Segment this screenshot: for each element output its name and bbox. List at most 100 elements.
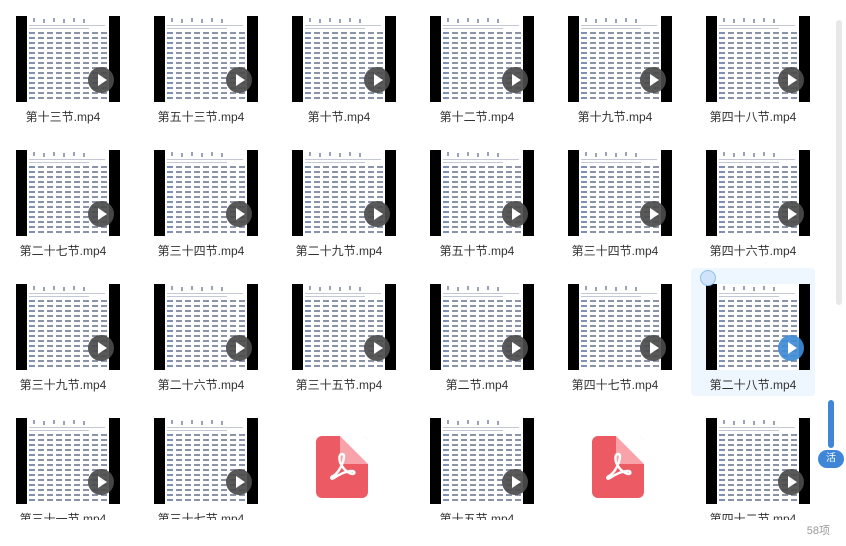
video-file-tile[interactable]: 第十九节.mp4 <box>553 0 677 128</box>
video-thumbnail <box>430 16 534 102</box>
play-icon[interactable] <box>778 201 804 227</box>
video-file-tile[interactable]: 第二节.mp4 <box>415 268 539 396</box>
play-icon[interactable] <box>88 335 114 361</box>
video-thumbnail <box>568 16 672 102</box>
file-name: 第二十七节.mp4 <box>19 244 107 258</box>
video-file-tile[interactable]: 第三十七节.mp4 <box>139 402 263 520</box>
video-thumbnail <box>16 16 120 102</box>
video-thumbnail <box>430 418 534 504</box>
file-name: 第二节.mp4 <box>445 378 509 392</box>
play-icon[interactable] <box>502 469 528 495</box>
video-thumbnail <box>706 150 810 236</box>
video-thumbnail <box>16 418 120 504</box>
video-file-tile[interactable]: 第四十六节.mp4 <box>691 134 815 262</box>
video-file-tile[interactable]: 第三十四节.mp4 <box>553 134 677 262</box>
video-thumbnail <box>430 284 534 370</box>
video-file-tile[interactable]: 第三十四节.mp4 <box>139 134 263 262</box>
file-name: 第十三节.mp4 <box>25 110 101 124</box>
play-icon[interactable] <box>364 201 390 227</box>
video-thumbnail <box>430 150 534 236</box>
video-file-tile[interactable]: 第三十一节.mp4 <box>1 402 125 520</box>
pdf-file-tile[interactable] <box>277 402 401 520</box>
file-name: 第十二节.mp4 <box>439 110 515 124</box>
file-name: 第三十一节.mp4 <box>19 512 107 520</box>
helper-icon <box>828 400 834 448</box>
video-file-tile[interactable]: 第十五节.mp4 <box>415 402 539 520</box>
play-icon[interactable] <box>364 67 390 93</box>
video-thumbnail <box>154 150 258 236</box>
helper-badge: 活 <box>818 450 844 468</box>
play-icon[interactable] <box>640 335 666 361</box>
play-icon[interactable] <box>226 335 252 361</box>
file-name: 第三十四节.mp4 <box>157 244 245 258</box>
video-file-tile[interactable]: 第二十八节.mp4 <box>691 268 815 396</box>
video-file-tile[interactable]: 第十二节.mp4 <box>415 0 539 128</box>
file-name: 第十五节.mp4 <box>439 512 515 520</box>
file-name: 第四十八节.mp4 <box>709 110 797 124</box>
file-name: 第五十节.mp4 <box>439 244 515 258</box>
play-icon[interactable] <box>502 335 528 361</box>
play-icon[interactable] <box>226 201 252 227</box>
pdf-icon <box>316 436 368 498</box>
play-icon[interactable] <box>226 67 252 93</box>
video-file-tile[interactable]: 第二十六节.mp4 <box>139 268 263 396</box>
video-thumbnail <box>706 284 810 370</box>
video-file-tile[interactable]: 第十三节.mp4 <box>1 0 125 128</box>
video-file-tile[interactable]: 第五十三节.mp4 <box>139 0 263 128</box>
file-name: 第三十九节.mp4 <box>19 378 107 392</box>
file-name: 第二十六节.mp4 <box>157 378 245 392</box>
video-thumbnail <box>292 150 396 236</box>
play-icon[interactable] <box>502 201 528 227</box>
file-name: 第十九节.mp4 <box>577 110 653 124</box>
play-icon[interactable] <box>502 67 528 93</box>
file-name: 第四十七节.mp4 <box>571 378 659 392</box>
video-thumbnail <box>292 16 396 102</box>
play-icon[interactable] <box>88 67 114 93</box>
video-file-tile[interactable]: 第二十九节.mp4 <box>277 134 401 262</box>
video-thumbnail <box>292 284 396 370</box>
video-thumbnail <box>568 284 672 370</box>
play-icon[interactable] <box>778 67 804 93</box>
video-file-tile[interactable]: 第三十五节.mp4 <box>277 268 401 396</box>
file-grid: 第十三节.mp4 第五十三节.mp4 第十节.mp4 第十二节.mp4 第十九节.mp4… <box>0 0 820 520</box>
play-icon[interactable] <box>778 469 804 495</box>
play-icon[interactable] <box>640 67 666 93</box>
video-file-tile[interactable]: 第二十七节.mp4 <box>1 134 125 262</box>
video-thumbnail <box>154 418 258 504</box>
pdf-thumbnail <box>583 418 653 504</box>
video-file-tile[interactable]: 第四十二节.mp4 <box>691 402 815 520</box>
file-name: 第十节.mp4 <box>307 110 371 124</box>
play-icon[interactable] <box>226 469 252 495</box>
check-circle-icon[interactable] <box>700 270 716 286</box>
side-helper-widget[interactable]: 活 <box>816 400 846 470</box>
video-thumbnail <box>706 16 810 102</box>
video-file-tile[interactable]: 第四十七节.mp4 <box>553 268 677 396</box>
play-icon[interactable] <box>88 201 114 227</box>
video-file-tile[interactable]: 第四十八节.mp4 <box>691 0 815 128</box>
video-file-tile[interactable]: 第三十九节.mp4 <box>1 268 125 396</box>
file-name: 第三十五节.mp4 <box>295 378 383 392</box>
file-name: 第四十二节.mp4 <box>709 512 797 520</box>
play-icon[interactable] <box>364 335 390 361</box>
video-file-tile[interactable]: 第十节.mp4 <box>277 0 401 128</box>
scrollbar-thumb[interactable] <box>836 20 842 305</box>
video-thumbnail <box>568 150 672 236</box>
file-name: 第五十三节.mp4 <box>157 110 245 124</box>
play-icon[interactable] <box>640 201 666 227</box>
pdf-file-tile[interactable] <box>553 402 677 520</box>
file-name: 第二十八节.mp4 <box>709 378 797 392</box>
video-thumbnail <box>16 284 120 370</box>
file-name: 第三十四节.mp4 <box>571 244 659 258</box>
file-name: 第三十七节.mp4 <box>157 512 245 520</box>
item-count: 58项 <box>806 525 830 537</box>
play-icon[interactable] <box>88 469 114 495</box>
pdf-icon <box>592 436 644 498</box>
play-icon[interactable] <box>778 335 804 361</box>
video-thumbnail <box>706 418 810 504</box>
video-file-tile[interactable]: 第五十节.mp4 <box>415 134 539 262</box>
video-thumbnail <box>154 16 258 102</box>
video-thumbnail <box>154 284 258 370</box>
file-name: 第四十六节.mp4 <box>709 244 797 258</box>
file-name: 第二十九节.mp4 <box>295 244 383 258</box>
pdf-thumbnail <box>307 418 377 504</box>
